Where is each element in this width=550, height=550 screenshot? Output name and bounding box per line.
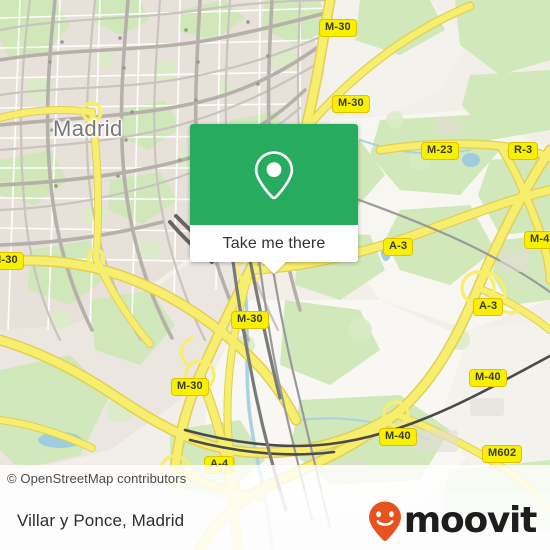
road-shield: M-40 bbox=[379, 428, 417, 446]
road-shield: M-23 bbox=[421, 142, 459, 160]
popup-pointer-tail bbox=[262, 262, 286, 274]
road-shield: M-40 bbox=[469, 369, 507, 387]
map-attribution-bar: © OpenStreetMap contributors bbox=[0, 465, 550, 491]
map-city-label: Madrid bbox=[53, 116, 123, 141]
map-screenshot: Madrid M-30 M-30 M-23 R-3 M-4 A-3 M-30 M… bbox=[0, 0, 550, 550]
road-shield: M-30 bbox=[0, 252, 24, 270]
road-shield: M-30 bbox=[332, 95, 370, 113]
location-popup-card[interactable]: Take me there bbox=[190, 124, 358, 274]
moovit-smile-pin-icon bbox=[368, 501, 401, 541]
road-shield: M-30 bbox=[171, 378, 209, 396]
road-shield: R-3 bbox=[508, 142, 539, 160]
moovit-logo[interactable]: moovit bbox=[367, 500, 550, 542]
location-title: Villar y Ponce, Madrid bbox=[17, 510, 185, 530]
road-shield: M602 bbox=[482, 445, 523, 463]
road-shield: A-3 bbox=[473, 298, 504, 316]
moovit-wordmark: moovit bbox=[403, 499, 538, 541]
road-shield: M-30 bbox=[231, 311, 269, 329]
road-shield: M-30 bbox=[319, 19, 357, 37]
map-pin-icon bbox=[254, 150, 294, 199]
popup-icon-area bbox=[190, 124, 358, 225]
footer-bar: Villar y Ponce, Madrid moovit bbox=[0, 491, 550, 550]
road-shield: A-3 bbox=[383, 238, 414, 256]
osm-attribution-text[interactable]: © OpenStreetMap contributors bbox=[0, 471, 186, 486]
take-me-there-label: Take me there bbox=[222, 234, 326, 252]
road-shield: M-4 bbox=[524, 231, 550, 249]
popup-action-area[interactable]: Take me there bbox=[190, 225, 358, 274]
